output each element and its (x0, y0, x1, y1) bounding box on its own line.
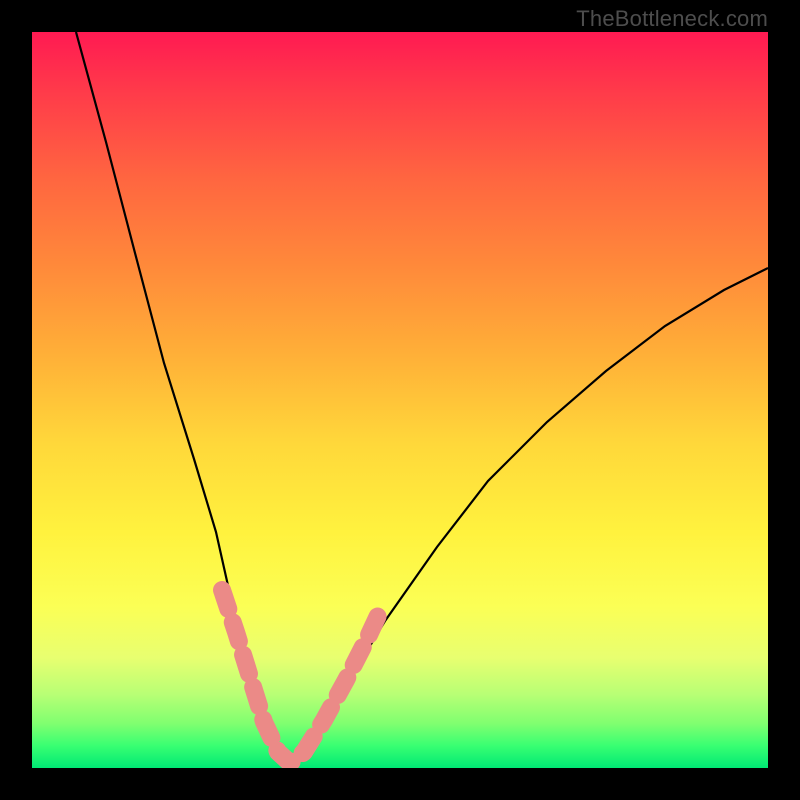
chart-frame: TheBottleneck.com (0, 0, 800, 800)
curve-layer (32, 32, 768, 768)
plot-area (32, 32, 768, 768)
bottleneck-curve (76, 32, 768, 768)
attribution-text: TheBottleneck.com (576, 6, 768, 32)
highlight-trough (222, 590, 382, 763)
